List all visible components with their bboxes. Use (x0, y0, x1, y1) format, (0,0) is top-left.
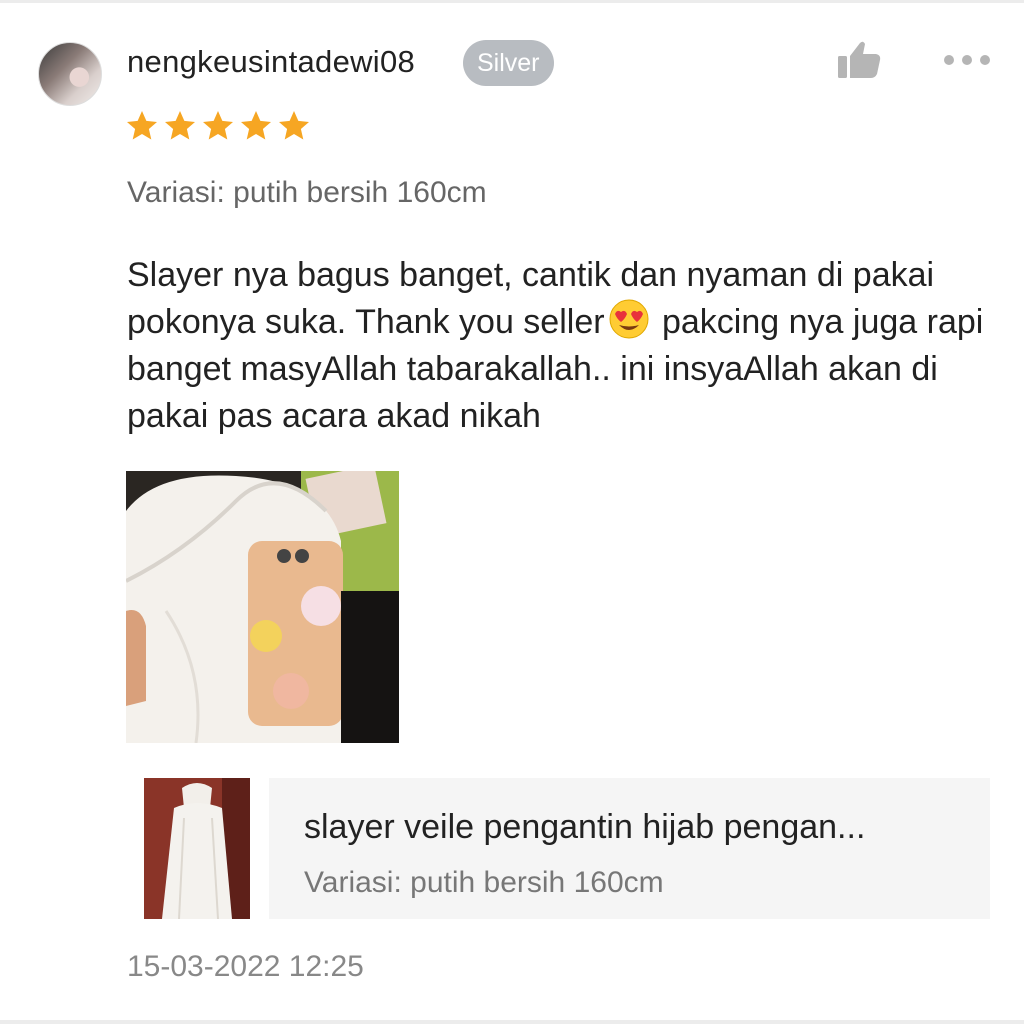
bottom-divider (0, 1020, 1024, 1024)
star-icon (279, 111, 309, 140)
product-card[interactable]: slayer veile pengantin hijab pengan... V… (144, 778, 990, 919)
top-divider (0, 0, 1024, 3)
star-icon (165, 111, 195, 140)
product-title[interactable]: slayer veile pengantin hijab pengan... (304, 808, 865, 847)
review-timestamp: 15-03-2022 12:25 (127, 950, 364, 983)
star-rating (124, 108, 312, 144)
product-thumbnail-image (144, 778, 250, 919)
membership-badge: Silver (463, 40, 554, 86)
review-text: Slayer nya bagus banget, cantik dan nyam… (127, 252, 997, 440)
review-photo-image (126, 471, 399, 743)
product-variation: Variasi: putih bersih 160cm (304, 866, 664, 899)
review-photo[interactable] (126, 471, 399, 743)
thumbs-up-icon[interactable] (836, 40, 882, 80)
more-dots-icon[interactable] (942, 50, 992, 70)
product-info[interactable]: slayer veile pengantin hijab pengan... V… (269, 778, 990, 919)
avatar[interactable] (38, 42, 102, 106)
username[interactable]: nengkeusintadewi08 (127, 44, 415, 80)
review-item: nengkeusintadewi08 Silver Variasi: putih… (0, 0, 1024, 1024)
review-variation: Variasi: putih bersih 160cm (127, 176, 487, 209)
star-icon (203, 111, 233, 140)
product-thumbnail[interactable] (144, 778, 250, 919)
star-icon (127, 111, 157, 140)
heart-eyes-emoji-icon (609, 299, 649, 339)
star-icon (241, 111, 271, 140)
